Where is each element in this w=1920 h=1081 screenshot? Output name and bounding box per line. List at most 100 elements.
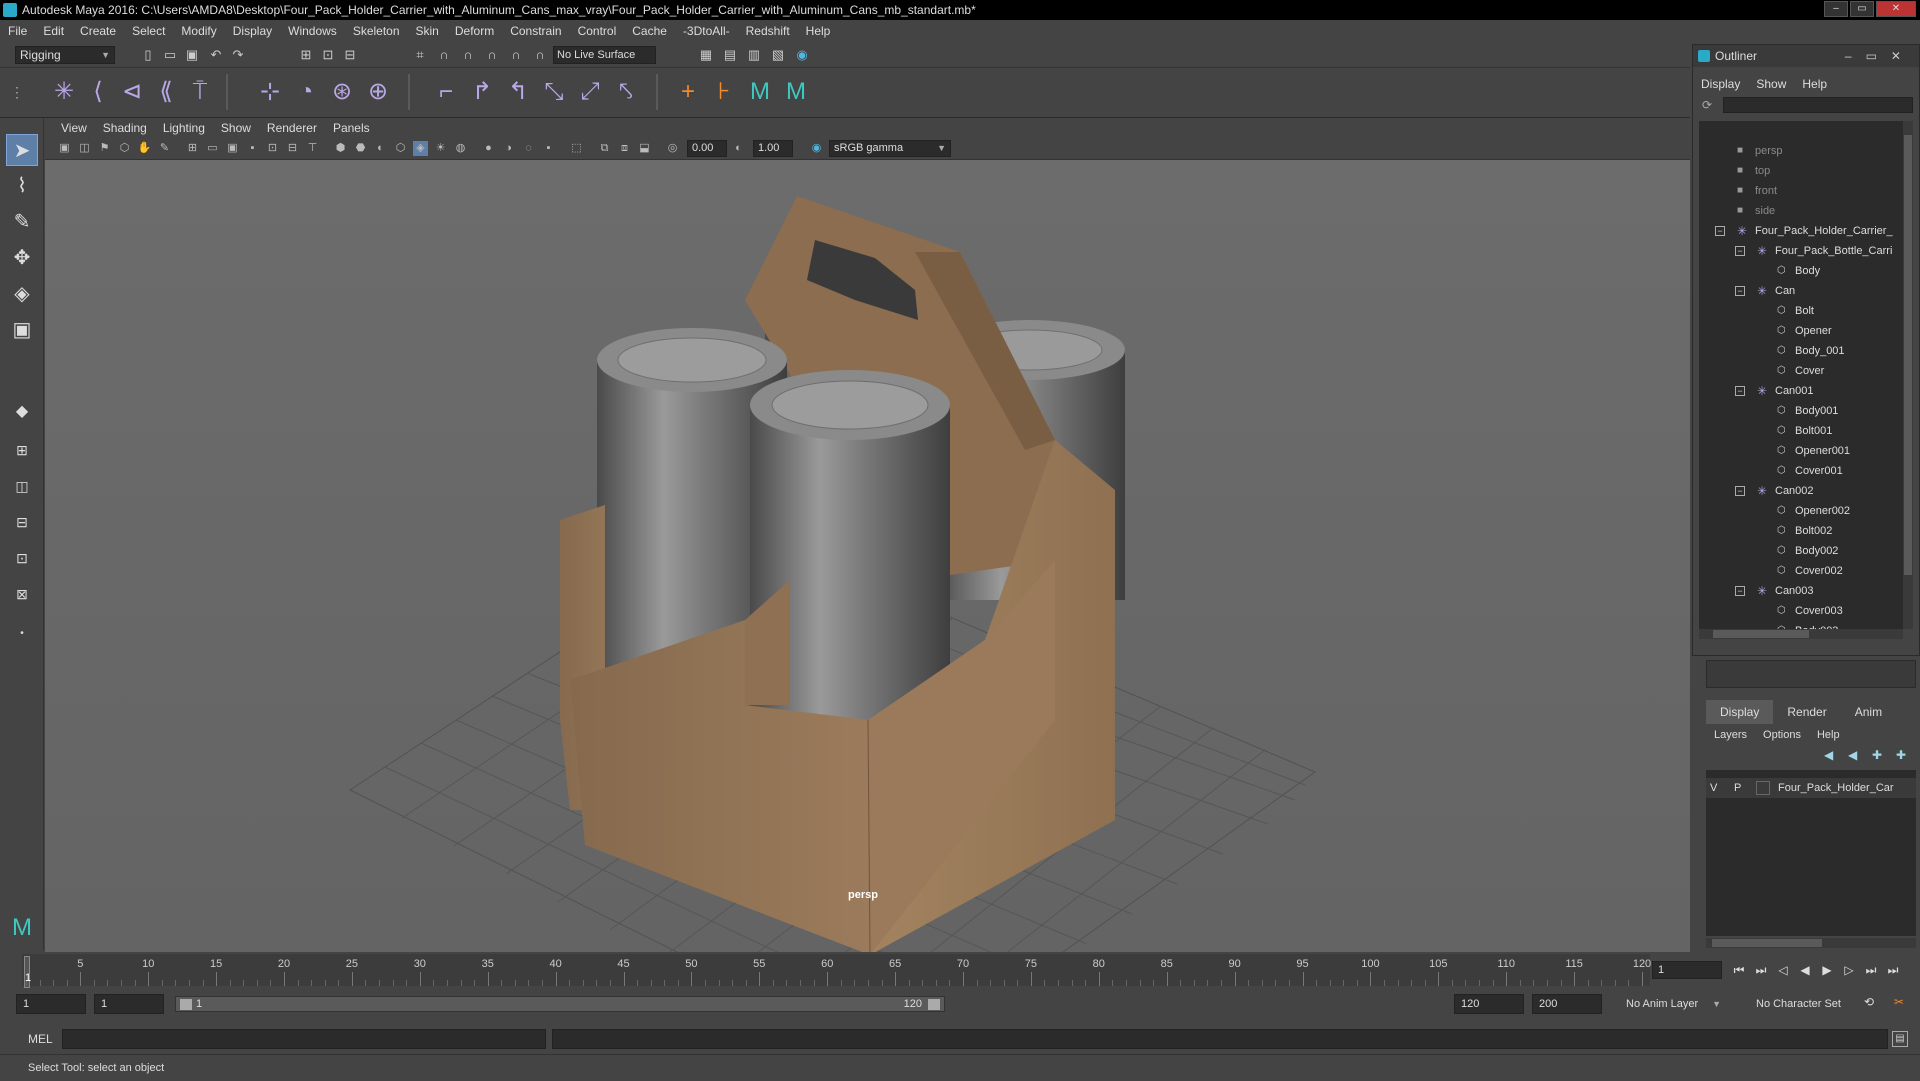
outliner-item[interactable]: ⬡ Opener001 xyxy=(1699,441,1903,461)
ipr-render-icon[interactable]: ▥ xyxy=(746,47,762,63)
vp-menu-lighting[interactable]: Lighting xyxy=(155,118,213,138)
bind-skin-icon[interactable]: ⊹ xyxy=(254,76,286,108)
outliner-item[interactable]: ⬡ Cover002 xyxy=(1699,561,1903,581)
backface-icon[interactable]: ⬓ xyxy=(637,141,652,156)
layer-menu-help[interactable]: Help xyxy=(1809,726,1848,744)
step-back-key-icon[interactable]: ⏭ xyxy=(1752,962,1770,978)
outliner-item[interactable]: − ✳ Can001 xyxy=(1699,381,1903,401)
insert-joint-icon[interactable]: ⟪ xyxy=(150,76,182,108)
outliner-item[interactable]: − ✳ Can002 xyxy=(1699,481,1903,501)
film-gate-icon[interactable]: ▭ xyxy=(205,141,220,156)
maya-logo-icon[interactable]: M xyxy=(744,76,776,108)
collapse-toggle-icon[interactable]: − xyxy=(1735,246,1745,256)
mirror-joint-icon[interactable]: ⍑ xyxy=(184,76,216,108)
ik-spline-icon[interactable]: ⊲ xyxy=(116,76,148,108)
script-editor-icon[interactable]: ▤ xyxy=(1892,1031,1908,1047)
outliner-item[interactable]: ⬡ Body_001 xyxy=(1699,341,1903,361)
outliner-item[interactable]: − ✳ Can003 xyxy=(1699,581,1903,601)
go-to-start-icon[interactable]: ⏮ xyxy=(1730,962,1748,978)
3d-scene[interactable] xyxy=(45,160,1690,1066)
outliner-item[interactable]: ⬡ Cover003 xyxy=(1699,601,1903,621)
image-plane-icon[interactable]: ⬡ xyxy=(117,141,132,156)
redo-icon[interactable]: ↷ xyxy=(230,47,246,63)
color-management-icon[interactable]: ◉ xyxy=(809,141,824,156)
collapse-toggle-icon[interactable]: − xyxy=(1735,486,1745,496)
outliner-hscrollbar[interactable] xyxy=(1699,629,1903,639)
outliner-item[interactable]: ⬡ Bolt xyxy=(1699,301,1903,321)
open-scene-icon[interactable]: ▭ xyxy=(162,47,178,63)
step-forward-frame-icon[interactable]: ▷ xyxy=(1840,962,1858,978)
time-slider[interactable]: 5 10 15 20 25 30 35 40 45 50 55 60 65 70 75 80 85 90 95 100… xyxy=(0,952,1920,988)
step-back-frame-icon[interactable]: ◁ xyxy=(1774,962,1792,978)
tab-anim[interactable]: Anim xyxy=(1841,700,1896,724)
layer-visibility-toggle[interactable]: V xyxy=(1710,778,1717,798)
xray-joints-icon[interactable]: ⧉ xyxy=(597,141,612,156)
move-layer-down-icon[interactable]: ◀ xyxy=(1848,748,1857,762)
render-frame-icon[interactable]: ▤ xyxy=(722,47,738,63)
vp-menu-panels[interactable]: Panels xyxy=(325,118,378,138)
gamma-icon[interactable]: ◐ xyxy=(731,141,746,156)
snap-curve-icon[interactable]: ∩ xyxy=(436,47,452,63)
character-set-dropdown[interactable]: No Character Set xyxy=(1756,994,1876,1014)
outliner-item[interactable]: ■ front xyxy=(1699,181,1903,201)
joint-tool-icon[interactable]: ✳ xyxy=(48,76,80,108)
outliner-item[interactable]: ⬡ Body003 xyxy=(1699,621,1903,629)
outliner-menu-help[interactable]: Help xyxy=(1794,75,1835,93)
menu-display[interactable]: Display xyxy=(225,20,280,42)
outliner-item[interactable]: ⬡ Bolt001 xyxy=(1699,421,1903,441)
outliner-item[interactable]: ⬡ Cover xyxy=(1699,361,1903,381)
grease-pencil-icon[interactable]: ✎ xyxy=(157,141,172,156)
save-scene-icon[interactable]: ▣ xyxy=(184,47,200,63)
range-end-handle[interactable] xyxy=(928,999,940,1010)
layer-row[interactable]: V P Four_Pack_Holder_Car xyxy=(1706,778,1916,798)
make-live-icon[interactable]: ∩ xyxy=(532,47,548,63)
command-input[interactable] xyxy=(62,1029,546,1049)
rotate-tool-icon[interactable]: ◈ xyxy=(6,278,38,310)
outliner-menu-display[interactable]: Display xyxy=(1693,75,1748,93)
graph-persp-icon[interactable]: ⊡ xyxy=(6,542,38,574)
menu-constrain[interactable]: Constrain xyxy=(502,20,569,42)
menu-control[interactable]: Control xyxy=(570,20,625,42)
outliner-search-input[interactable] xyxy=(1723,97,1913,113)
outliner-menu-show[interactable]: Show xyxy=(1748,75,1794,93)
aim-constraint-icon[interactable]: ⤢ xyxy=(574,76,606,108)
vp-menu-renderer[interactable]: Renderer xyxy=(259,118,325,138)
range-bar[interactable]: 1 120 xyxy=(175,996,945,1012)
shadows-icon[interactable]: ☀ xyxy=(433,141,448,156)
outliner-item[interactable]: ⬡ Opener002 xyxy=(1699,501,1903,521)
anim-layer-dropdown[interactable]: No Anim Layer ▼ xyxy=(1626,994,1746,1014)
ambient-occlusion-icon[interactable]: ◍ xyxy=(453,141,468,156)
outliner-item[interactable]: ⬡ Body002 xyxy=(1699,541,1903,561)
menu-edit[interactable]: Edit xyxy=(35,20,72,42)
playback-end-field[interactable]: 120 xyxy=(1454,994,1524,1014)
menu-redshift[interactable]: Redshift xyxy=(738,20,798,42)
safe-title-icon[interactable]: ⊤ xyxy=(305,141,320,156)
current-frame-field[interactable]: 1 xyxy=(1652,961,1722,979)
collapse-toggle-icon[interactable]: − xyxy=(1735,286,1745,296)
menu-skin[interactable]: Skin xyxy=(408,20,447,42)
collapse-toggle-icon[interactable]: − xyxy=(1715,226,1725,236)
minimize-button[interactable]: ‒ xyxy=(1824,1,1848,17)
tab-render[interactable]: Render xyxy=(1773,700,1840,724)
lattice-icon[interactable]: ⊛ xyxy=(326,76,358,108)
orient-constraint-icon[interactable]: ↰ xyxy=(502,76,534,108)
gamma-field[interactable]: 1.00 xyxy=(753,140,793,157)
use-all-lights-icon[interactable]: ◈ xyxy=(413,141,428,156)
outliner-item[interactable]: ■ side xyxy=(1699,201,1903,221)
playback-start-field[interactable]: 1 xyxy=(94,994,164,1014)
layer-color-swatch[interactable] xyxy=(1756,781,1770,795)
animation-prefs-icon[interactable]: ✂ xyxy=(1890,994,1908,1010)
scale-tool-icon[interactable]: ▣ xyxy=(6,314,38,346)
outliner-vscrollbar[interactable] xyxy=(1903,121,1913,629)
resolution-gate-icon[interactable]: ▣ xyxy=(225,141,240,156)
auto-key-icon[interactable]: ⟲ xyxy=(1860,994,1878,1010)
hypershade-icon[interactable]: ◉ xyxy=(794,47,810,63)
outliner-item[interactable]: ⬡ Body001 xyxy=(1699,401,1903,421)
four-pane-icon[interactable]: ⊞ xyxy=(6,434,38,466)
scroll-thumb[interactable] xyxy=(1904,135,1912,575)
select-hierarchy-icon[interactable]: ⊞ xyxy=(298,47,314,63)
camera-icon[interactable]: ▣ xyxy=(57,141,72,156)
menu-select[interactable]: Select xyxy=(124,20,173,42)
outliner-window-buttons[interactable]: ‒▭✕ xyxy=(1845,45,1915,67)
outliner-item[interactable]: ⬡ Opener xyxy=(1699,321,1903,341)
